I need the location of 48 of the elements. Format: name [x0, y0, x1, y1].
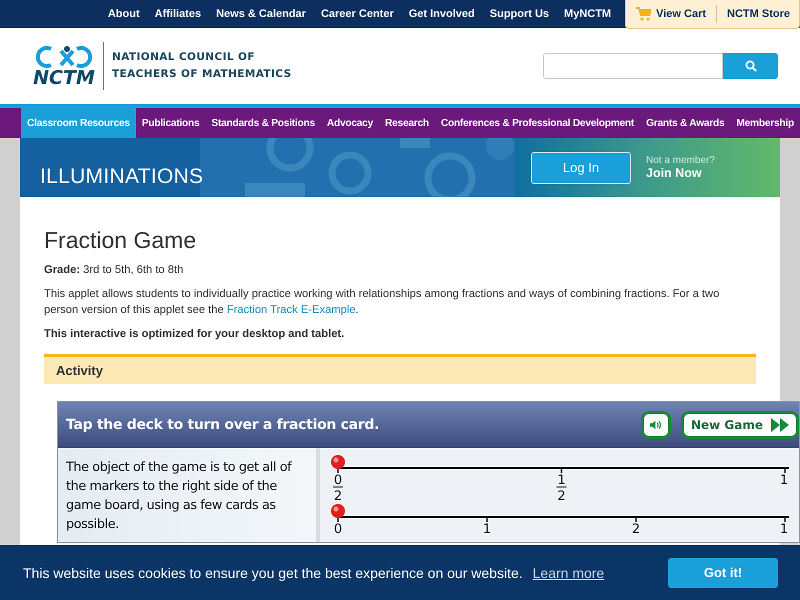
sound-button[interactable]: [641, 411, 671, 439]
top-link[interactable]: MyNCTM: [564, 8, 612, 20]
cookie-message: This website uses cookies to ensure you get the best experience on our website.: [23, 564, 523, 580]
top-link[interactable]: Affiliates: [154, 8, 202, 20]
logo-icon: [35, 44, 93, 68]
objective-text: The object of the game is to get all of the markers to the right side of the game board, using as few cards as possible.: [58, 448, 320, 542]
logo-text: NCTM: [33, 68, 95, 88]
site-title: ILLUMINATIONS: [40, 165, 204, 189]
nav-tab[interactable]: Membership: [730, 108, 800, 138]
top-link[interactable]: Support Us: [490, 8, 550, 20]
nav-tab[interactable]: Conferences & Professional Development: [434, 108, 640, 138]
search-button[interactable]: [723, 53, 778, 79]
page-title: Fraction Game: [44, 227, 198, 254]
top-link[interactable]: News & Calendar: [216, 8, 306, 20]
fraction-label: 1: [780, 473, 788, 488]
top-link[interactable]: Get Involved: [408, 8, 475, 20]
fraction-label: 2: [632, 522, 640, 537]
search-icon: [744, 60, 756, 72]
marker-pin[interactable]: [331, 455, 345, 469]
instruction-text: Tap the deck to turn over a fraction card.: [66, 417, 380, 433]
fraction-label: 1: [482, 522, 492, 537]
grade-text: Grade: 3rd to 5th, 6th to 8th: [44, 263, 184, 278]
fraction-label: 1 2: [556, 473, 567, 504]
fraction-label: 1: [780, 522, 788, 537]
top-link[interactable]: About: [108, 8, 140, 20]
fraction-label: 0: [334, 522, 342, 537]
search-field[interactable]: [543, 53, 723, 79]
nav-tab[interactable]: Advocacy: [320, 108, 379, 138]
nav-tab[interactable]: Grants & Awards: [640, 108, 730, 138]
view-cart-link[interactable]: View Cart: [636, 7, 706, 21]
marker-pin[interactable]: [331, 504, 345, 518]
nav-tab[interactable]: Publications: [136, 108, 206, 138]
top-link[interactable]: Career Center: [320, 8, 394, 20]
nav-tab[interactable]: Research: [379, 108, 435, 138]
store-link[interactable]: NCTM Store: [727, 8, 790, 20]
example-link[interactable]: Fraction Track E-Example: [226, 304, 356, 316]
note-text: This interactive is optimized for your desktop and tablet.: [44, 327, 346, 342]
nav-tab[interactable]: Standards & Positions: [205, 108, 321, 138]
fraction-label: 0 2: [332, 473, 344, 504]
member-prompt: Not a member?: [646, 155, 715, 166]
organization-name: TEACHERS OF MATHEMATICS: [112, 67, 292, 82]
description-text: This applet allows students to individually practice working with relationships among fractions and ways of combining fractions. For a two person version of this applet see the Fraction Track E-Example.: [44, 287, 720, 318]
fast-forward-icon: [771, 418, 790, 432]
new-game-button[interactable]: New Game: [681, 411, 799, 439]
section-header: Activity: [44, 354, 756, 384]
organization-name: NATIONAL COUNCIL OF: [112, 50, 256, 65]
learn-more-link[interactable]: Learn more: [532, 564, 604, 580]
cart-icon: [636, 7, 652, 21]
